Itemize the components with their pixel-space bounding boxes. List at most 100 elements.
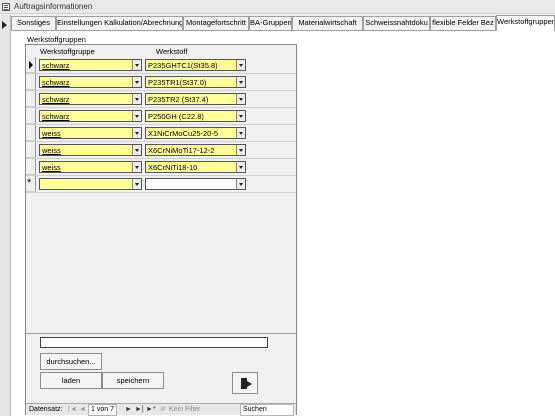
filter-toggle-icon[interactable]: ⊘: [160, 405, 166, 415]
current-record-arrow-icon: [29, 61, 33, 69]
first-record-icon[interactable]: |◄: [68, 405, 77, 415]
nav-label: Datensatz:: [29, 406, 63, 413]
dropdown-arrow-icon[interactable]: [236, 94, 245, 104]
record-selector[interactable]: [26, 91, 36, 107]
row-divider: [26, 192, 296, 193]
tab-page-werkstoffgruppen: Werkstoffgruppen Werkstoffgruppe Werksto…: [11, 30, 555, 416]
werkstoff-value: X1NiCrMoCu25-20-5: [148, 129, 219, 138]
werkstoff-value: X6CrNiTi18-10: [148, 163, 198, 172]
durchsuchen-button[interactable]: durchsuchen...: [40, 353, 102, 370]
werkstoff-value: P235TR1(St37.0): [148, 78, 207, 87]
tab-einstellungen-kalkulation[interactable]: Einstellungen Kalkulation/Abrechnung: [56, 16, 183, 30]
record-navigation-bar: Datensatz: |◄ ◄ 1 von 7 ► ►| ►* ⊘ Kein F…: [26, 403, 296, 416]
tab-sonstiges[interactable]: Sonstiges: [11, 16, 56, 30]
table-row: schwarz P235TR2 (St37.4): [26, 91, 296, 107]
title-bar: Auftragsinformationen: [0, 0, 555, 14]
werkstoff-combo[interactable]: P235GHTC1(St35.8): [145, 59, 246, 71]
dropdown-arrow-icon[interactable]: [132, 145, 141, 155]
werkstoffgruppe-value: schwarz: [42, 78, 70, 87]
record-selector[interactable]: *: [26, 176, 36, 192]
tab-montagefortschritt[interactable]: Montagefortschritt: [183, 16, 249, 30]
record-selector-strip[interactable]: [0, 15, 11, 416]
tab-strip: Sonstiges Einstellungen Kalkulation/Abre…: [11, 15, 555, 31]
new-record-icon[interactable]: ►*: [146, 405, 156, 415]
record-selector[interactable]: [26, 57, 36, 73]
table-row: schwarz P235TR1(St37.0): [26, 74, 296, 90]
form-icon: [2, 3, 10, 11]
dropdown-arrow-icon[interactable]: [132, 179, 141, 189]
werkstoffgruppe-combo[interactable]: schwarz: [39, 110, 142, 122]
laden-button[interactable]: laden: [40, 372, 102, 389]
filter-status[interactable]: Kein Filter: [169, 405, 201, 415]
dropdown-arrow-icon[interactable]: [132, 60, 141, 70]
werkstoffgruppe-value: schwarz: [42, 61, 70, 70]
current-record-arrow-icon: [2, 21, 7, 29]
dropdown-arrow-icon[interactable]: [236, 77, 245, 87]
werkstoff-combo[interactable]: P235TR1(St37.0): [145, 76, 246, 88]
tab-flexible-felder-bez[interactable]: flexible Felder Bez: [430, 16, 496, 30]
record-selector[interactable]: [26, 74, 36, 90]
dropdown-arrow-icon[interactable]: [132, 162, 141, 172]
werkstoffgruppe-combo[interactable]: schwarz: [39, 76, 142, 88]
werkstoffgruppe-value: weiss: [42, 163, 61, 172]
search-path-field[interactable]: [40, 337, 268, 348]
section-label: Werkstoffgruppen: [27, 35, 86, 44]
record-selector[interactable]: [26, 159, 36, 175]
exit-button[interactable]: [232, 372, 258, 394]
table-row: schwarz P235GHTC1(St35.8): [26, 57, 296, 73]
werkstoff-value: P235GHTC1(St35.8): [148, 61, 218, 70]
column-header-werkstoff: Werkstoff: [156, 47, 188, 56]
previous-record-icon[interactable]: ◄: [79, 405, 86, 415]
dropdown-arrow-icon[interactable]: [236, 111, 245, 121]
new-werkstoff-combo[interactable]: [145, 178, 246, 190]
werkstoffgruppe-value: weiss: [42, 146, 61, 155]
werkstoff-value: X6CrNiMoTi17-12-2: [148, 146, 215, 155]
werkstoff-value: P235TR2 (St37.4): [148, 95, 209, 104]
werkstoffgruppe-combo[interactable]: schwarz: [39, 93, 142, 105]
tab-werkstoffgruppen[interactable]: Werkstoffgruppen: [496, 15, 555, 31]
speichern-button[interactable]: speichern: [102, 372, 164, 389]
dropdown-arrow-icon[interactable]: [132, 77, 141, 87]
dropdown-arrow-icon[interactable]: [236, 162, 245, 172]
table-row: weiss X6CrNiTi18-10: [26, 159, 296, 175]
new-record-star-icon: *: [27, 177, 32, 189]
nav-search-field[interactable]: Suchen: [240, 404, 294, 416]
record-selector[interactable]: [26, 108, 36, 124]
werkstoffgruppe-combo[interactable]: schwarz: [39, 59, 142, 71]
column-header-werkstoffgruppe: Werkstoffgruppe: [40, 47, 95, 56]
new-record-row: *: [26, 176, 296, 192]
werkstoffgruppe-combo[interactable]: weiss: [39, 144, 142, 156]
dropdown-arrow-icon[interactable]: [236, 60, 245, 70]
new-werkstoffgruppe-combo[interactable]: [39, 178, 142, 190]
record-selector[interactable]: [26, 125, 36, 141]
tab-ba-gruppen[interactable]: BA-Gruppen: [249, 16, 292, 30]
werkstoff-combo[interactable]: P235TR2 (St37.4): [145, 93, 246, 105]
werkstoff-combo[interactable]: X6CrNiMoTi17-12-2: [145, 144, 246, 156]
next-record-icon[interactable]: ►: [125, 405, 132, 415]
werkstoffgruppe-value: schwarz: [42, 112, 70, 121]
window-title: Auftragsinformationen: [14, 2, 93, 11]
record-position[interactable]: 1 von 7: [88, 404, 117, 416]
werkstoff-combo[interactable]: X6CrNiTi18-10: [145, 161, 246, 173]
tab-materialwirtschaft[interactable]: Materialwirtschaft: [292, 16, 363, 30]
last-record-icon[interactable]: ►|: [135, 405, 144, 415]
table-row: schwarz P250GH (C22.8): [26, 108, 296, 124]
tab-schweissnahtdoku[interactable]: Schweissnahtdoku: [363, 16, 430, 30]
werkstoff-combo[interactable]: P250GH (C22.8): [145, 110, 246, 122]
dropdown-arrow-icon[interactable]: [236, 128, 245, 138]
dropdown-arrow-icon[interactable]: [132, 128, 141, 138]
werkstoffgruppe-combo[interactable]: weiss: [39, 127, 142, 139]
werkstoffgruppe-value: schwarz: [42, 95, 70, 104]
dropdown-arrow-icon[interactable]: [132, 111, 141, 121]
dropdown-arrow-icon[interactable]: [236, 145, 245, 155]
werkstoffgruppe-value: weiss: [42, 129, 61, 138]
werkstoff-combo[interactable]: X1NiCrMoCu25-20-5: [145, 127, 246, 139]
dropdown-arrow-icon[interactable]: [132, 94, 141, 104]
table-row: weiss X6CrNiMoTi17-12-2: [26, 142, 296, 158]
dropdown-arrow-icon[interactable]: [236, 179, 245, 189]
exit-arrow-icon: [247, 381, 252, 387]
access-form-window: Auftragsinformationen Sonstiges Einstell…: [0, 0, 555, 416]
record-selector[interactable]: [26, 142, 36, 158]
werkstoffgruppe-combo[interactable]: weiss: [39, 161, 142, 173]
werkstoff-value: P250GH (C22.8): [148, 112, 204, 121]
